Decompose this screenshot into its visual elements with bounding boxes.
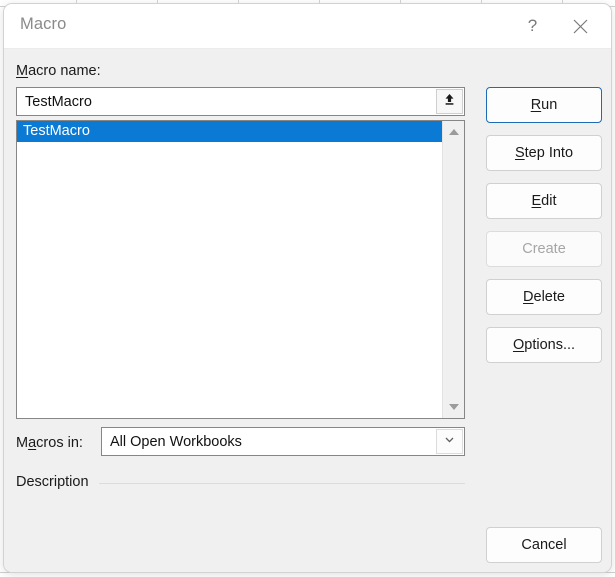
question-mark-icon: ? xyxy=(527,16,538,35)
cancel-button-label: Cancel xyxy=(521,537,567,553)
help-button[interactable]: ? xyxy=(510,4,555,48)
macros-in-label-c: cros in: xyxy=(36,435,83,451)
create-button-label: Create xyxy=(522,241,566,257)
list-item[interactable]: TestMacro xyxy=(17,121,442,142)
macro-list[interactable]: TestMacro xyxy=(17,121,442,418)
scroll-up-button[interactable] xyxy=(443,122,464,142)
dialog-title: Macro xyxy=(20,15,67,33)
delete-button[interactable]: Delete xyxy=(486,279,602,315)
step-into-button-accelerator: S xyxy=(514,145,525,161)
delete-button-accelerator: D xyxy=(523,289,534,305)
run-button-label: un xyxy=(541,97,558,113)
options-button-accelerator: O xyxy=(512,337,525,353)
run-button-accelerator: R xyxy=(530,97,542,113)
options-button-label: ptions... xyxy=(524,337,576,353)
triangle-down-icon xyxy=(448,404,459,410)
list-scrollbar[interactable] xyxy=(442,121,464,418)
create-button: Create xyxy=(486,231,602,267)
macro-name-label-accelerator: M xyxy=(16,63,29,79)
macros-in-label-accelerator: a xyxy=(28,435,37,451)
macros-in-dropdown[interactable]: All Open Workbooks xyxy=(101,427,465,456)
close-button[interactable] xyxy=(558,4,603,48)
triangle-up-icon xyxy=(448,129,459,135)
dialog-body: Macro name: TestMacro TestMacro Macros i… xyxy=(4,49,611,572)
macro-name-input[interactable] xyxy=(17,88,436,115)
macros-in-dropdown-button[interactable] xyxy=(436,429,463,454)
chevron-down-icon xyxy=(443,433,456,451)
macro-name-label-rest: acro name: xyxy=(28,63,101,79)
edit-button-accelerator: E xyxy=(531,193,542,209)
dialog-title-bar: Macro ? xyxy=(4,4,611,49)
delete-button-label: elete xyxy=(533,289,565,305)
macros-in-label-a: M xyxy=(16,435,29,451)
run-button[interactable]: Run xyxy=(486,87,602,123)
edit-button[interactable]: Edit xyxy=(486,183,602,219)
macro-listbox[interactable]: TestMacro xyxy=(16,120,465,419)
macro-name-field[interactable] xyxy=(16,87,465,116)
cancel-button[interactable]: Cancel xyxy=(486,527,602,563)
options-button[interactable]: Options... xyxy=(486,327,602,363)
step-into-button-label: tep Into xyxy=(524,145,574,161)
step-into-button[interactable]: Step Into xyxy=(486,135,602,171)
macro-name-label: Macro name: xyxy=(16,63,101,79)
macro-dialog: Macro ? Macro name: TestMacro TestMacro … xyxy=(3,3,612,573)
move-to-top-button[interactable] xyxy=(436,89,463,114)
scroll-down-button[interactable] xyxy=(443,397,464,417)
close-icon xyxy=(573,19,588,34)
upload-arrow-icon xyxy=(442,92,457,112)
macros-in-value: All Open Workbooks xyxy=(110,433,242,450)
description-label: Description xyxy=(16,474,89,490)
macros-in-label: Macros in: xyxy=(16,435,83,451)
edit-button-label: dit xyxy=(541,193,557,209)
description-separator xyxy=(99,483,465,484)
description-text xyxy=(16,497,465,555)
